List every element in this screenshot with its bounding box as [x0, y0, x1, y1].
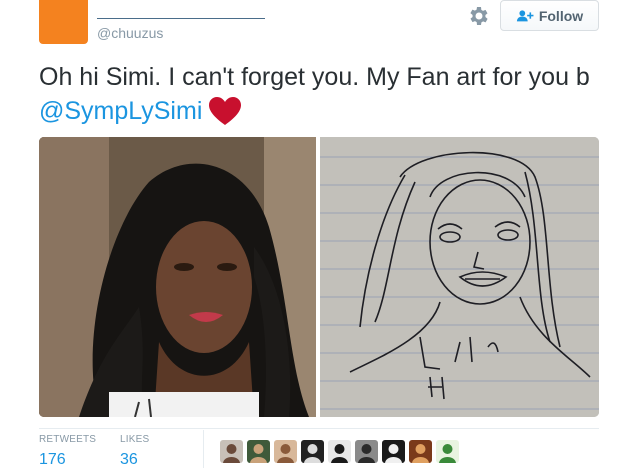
liker-avatar[interactable]: [436, 440, 459, 463]
user-handle[interactable]: @chuuzus: [97, 25, 163, 41]
liker-avatar[interactable]: [220, 440, 243, 463]
retweets-count[interactable]: 176: [39, 451, 96, 469]
user-display-name[interactable]: [97, 18, 265, 19]
stats-divider: [39, 428, 599, 429]
likes-label: LIKES: [120, 434, 150, 445]
add-user-icon: [516, 9, 534, 21]
liker-avatar[interactable]: [409, 440, 432, 463]
follow-button[interactable]: Follow: [500, 0, 599, 31]
fan-art-sketch[interactable]: [320, 137, 599, 417]
stats-separator: [203, 430, 204, 468]
user-avatar[interactable]: [39, 0, 88, 44]
retweets-stat[interactable]: RETWEETS 176: [39, 434, 96, 469]
tweet-text: Oh hi Simi. I can't forget you. My Fan a…: [39, 60, 609, 128]
liker-avatar[interactable]: [355, 440, 378, 463]
liker-avatar[interactable]: [382, 440, 405, 463]
red-heart-icon: [209, 97, 242, 125]
liker-avatars: [220, 440, 459, 463]
gear-icon[interactable]: [466, 4, 490, 28]
liker-avatar[interactable]: [247, 440, 270, 463]
tweet-body: Oh hi Simi. I can't forget you. My Fan a…: [39, 63, 590, 91]
follow-label: Follow: [538, 7, 584, 24]
liker-avatar[interactable]: [274, 440, 297, 463]
likes-count[interactable]: 36: [120, 451, 149, 469]
photo-of-simi[interactable]: [39, 137, 316, 417]
mention-link[interactable]: @SympLySimi: [39, 97, 202, 125]
liker-avatar[interactable]: [328, 440, 351, 463]
retweets-label: RETWEETS: [39, 434, 97, 445]
liker-avatar[interactable]: [301, 440, 324, 463]
likes-stat[interactable]: LIKES 36: [120, 434, 149, 469]
